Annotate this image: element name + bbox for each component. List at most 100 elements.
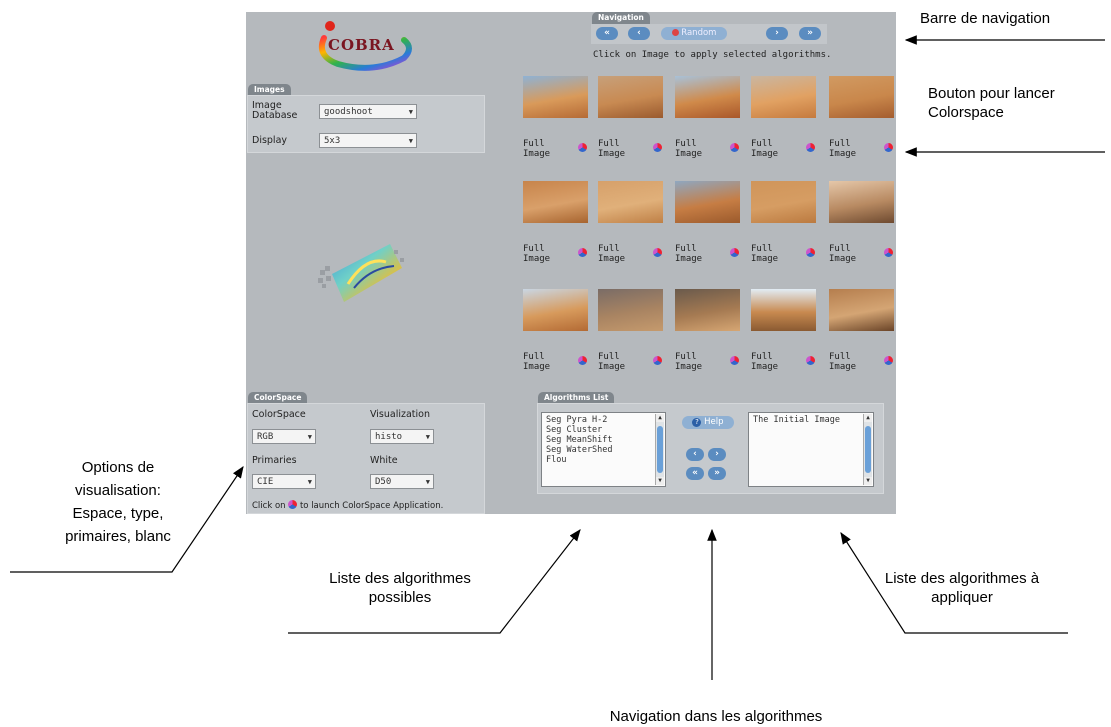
primaries-select[interactable]: CIE ▼: [252, 474, 316, 489]
previous-page-button[interactable]: ‹: [628, 27, 650, 40]
image-thumbnail[interactable]: [675, 76, 740, 118]
scroll-thumb[interactable]: [865, 426, 871, 473]
full-image-link[interactable]: Full Image: [598, 244, 642, 264]
colorspace-icon[interactable]: [806, 143, 815, 152]
chevron-down-icon: ▼: [425, 478, 430, 486]
image-thumbnail[interactable]: [751, 76, 816, 118]
full-image-link[interactable]: Full Image: [598, 139, 642, 159]
hint-suffix: to launch ColorSpace Application.: [299, 501, 444, 511]
navigation-tab: Navigation: [592, 12, 650, 24]
help-button[interactable]: ? Help: [682, 416, 734, 429]
display-label: Display: [252, 135, 288, 146]
full-image-link[interactable]: Full Image: [523, 244, 567, 264]
scroll-down-icon[interactable]: ▼: [656, 477, 664, 485]
full-image-link[interactable]: Full Image: [751, 244, 795, 264]
full-image-link[interactable]: Full Image: [829, 352, 873, 372]
random-icon: [671, 29, 679, 36]
random-button[interactable]: Random: [661, 27, 727, 40]
colorspace-icon[interactable]: [653, 248, 662, 257]
colorspace-icon[interactable]: [653, 356, 662, 365]
scroll-up-icon[interactable]: ▲: [864, 414, 872, 422]
white-value: D50: [375, 477, 392, 487]
colorspace-icon[interactable]: [578, 143, 587, 152]
selected-algorithm[interactable]: The Initial Image: [753, 415, 869, 425]
visualization-select[interactable]: histo ▼: [370, 429, 434, 444]
chevron-down-icon: ▼: [307, 433, 312, 441]
image-thumbnail[interactable]: [829, 181, 894, 223]
full-image-link[interactable]: Full Image: [523, 352, 567, 372]
image-thumbnail[interactable]: [829, 76, 894, 118]
add-algorithm-button[interactable]: ›: [708, 448, 726, 461]
image-thumbnail[interactable]: [523, 289, 588, 331]
remove-algorithm-button[interactable]: ‹: [686, 448, 704, 461]
image-thumbnail[interactable]: [675, 289, 740, 331]
image-thumbnail[interactable]: [675, 181, 740, 223]
colorspace-icon[interactable]: [578, 356, 587, 365]
image-thumbnail[interactable]: [829, 289, 894, 331]
colorspace-icon[interactable]: [884, 356, 893, 365]
image-thumbnail[interactable]: [598, 76, 663, 118]
algorithm-option[interactable]: Flou: [546, 455, 661, 465]
full-image-link[interactable]: Full Image: [598, 352, 642, 372]
annotation-apply-algos: Liste des algorithmes à appliquer: [884, 570, 1040, 606]
colorspace-icon[interactable]: [730, 248, 739, 257]
scroll-up-icon[interactable]: ▲: [656, 414, 664, 422]
available-algorithms-list[interactable]: Seg Pyra H-2 Seg Cluster Seg MeanShift Seg …: [541, 412, 666, 487]
chevron-down-icon: ▼: [408, 108, 413, 116]
annotation-colorspace-button: Bouton pour lancer Colorspace: [928, 85, 1055, 121]
available-list-scrollbar[interactable]: ▲ ▼: [655, 414, 664, 485]
next-page-button[interactable]: ›: [766, 27, 788, 40]
colorspace-icon[interactable]: [806, 248, 815, 257]
colorspace-icon[interactable]: [730, 143, 739, 152]
image-thumbnail[interactable]: [523, 76, 588, 118]
scroll-thumb[interactable]: [657, 426, 663, 473]
help-label: Help: [704, 417, 724, 427]
colorspace-icon[interactable]: [730, 356, 739, 365]
colorspace-select[interactable]: RGB ▼: [252, 429, 316, 444]
scroll-down-icon[interactable]: ▼: [864, 477, 872, 485]
colorspace-icon[interactable]: [653, 143, 662, 152]
display-select[interactable]: 5x3 ▼: [319, 133, 417, 148]
image-thumbnail[interactable]: [751, 289, 816, 331]
full-image-link[interactable]: Full Image: [829, 139, 873, 159]
colorspace-label: ColorSpace: [252, 409, 306, 420]
image-thumbnail[interactable]: [598, 181, 663, 223]
selected-algorithms-list[interactable]: The Initial Image ▲ ▼: [748, 412, 874, 487]
chevron-down-icon: ▼: [408, 137, 413, 145]
chevron-down-icon: ▼: [425, 433, 430, 441]
colorspace-icon[interactable]: [806, 356, 815, 365]
full-image-link[interactable]: Full Image: [675, 244, 719, 264]
remove-all-algorithms-button[interactable]: «: [686, 467, 704, 480]
annotation-possible-algos: Liste des algorithmes possibles: [329, 570, 471, 606]
annotation-nav-bar: Barre de navigation: [920, 10, 1051, 27]
image-database-label: Image Database: [252, 100, 298, 121]
algorithm-option[interactable]: Seg Pyra H-2: [546, 415, 661, 425]
primaries-label: Primaries: [252, 455, 297, 466]
logo-text: COBRA: [328, 36, 395, 54]
full-image-link[interactable]: Full Image: [751, 139, 795, 159]
first-page-button[interactable]: «: [596, 27, 618, 40]
last-page-button[interactable]: »: [799, 27, 821, 40]
selected-list-scrollbar[interactable]: ▲ ▼: [863, 414, 872, 485]
algorithm-option[interactable]: Seg MeanShift: [546, 435, 661, 445]
chevron-down-icon: ▼: [307, 478, 312, 486]
algorithm-option[interactable]: Seg Cluster: [546, 425, 661, 435]
add-all-algorithms-button[interactable]: »: [708, 467, 726, 480]
algorithm-option[interactable]: Seg WaterShed: [546, 445, 661, 455]
full-image-link[interactable]: Full Image: [829, 244, 873, 264]
full-image-link[interactable]: Full Image: [523, 139, 567, 159]
full-image-link[interactable]: Full Image: [751, 352, 795, 372]
navigation-hint: Click on Image to apply selected algorit…: [593, 50, 832, 60]
colorspace-icon[interactable]: [578, 248, 587, 257]
help-icon: ?: [692, 418, 702, 427]
full-image-link[interactable]: Full Image: [675, 352, 719, 372]
white-select[interactable]: D50 ▼: [370, 474, 434, 489]
display-value: 5x3: [324, 136, 341, 146]
image-thumbnail[interactable]: [598, 289, 663, 331]
image-database-select[interactable]: goodshoot ▼: [319, 104, 417, 119]
full-image-link[interactable]: Full Image: [675, 139, 719, 159]
image-thumbnail[interactable]: [751, 181, 816, 223]
image-thumbnail[interactable]: [523, 181, 588, 223]
colorspace-icon[interactable]: [884, 248, 893, 257]
colorspace-icon[interactable]: [884, 143, 893, 152]
